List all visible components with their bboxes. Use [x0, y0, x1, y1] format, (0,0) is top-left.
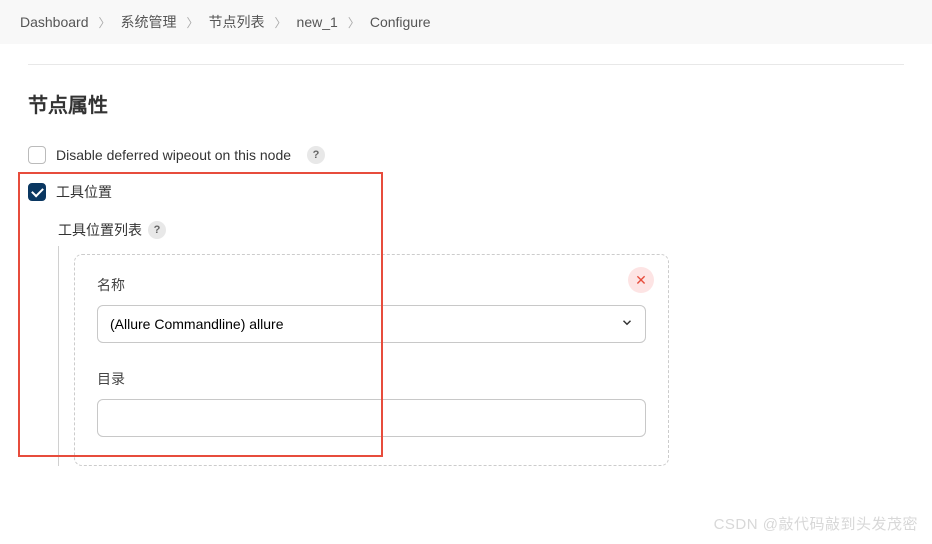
breadcrumb-item-nodes[interactable]: 节点列表 [209, 12, 265, 32]
name-select[interactable] [97, 305, 646, 343]
chevron-right-icon: 〉 [187, 14, 199, 31]
breadcrumb-item-node-name[interactable]: new_1 [297, 14, 338, 30]
disable-wipeout-row: Disable deferred wipeout on this node ? [28, 146, 904, 164]
close-icon: ✕ [635, 272, 647, 289]
disable-wipeout-checkbox[interactable] [28, 146, 46, 164]
tool-location-item-panel: ✕ 名称 目录 [74, 254, 669, 466]
tool-location-row: 工具位置 [28, 182, 904, 202]
breadcrumb-item-dashboard[interactable]: Dashboard [20, 14, 89, 30]
section-title: 节点属性 [28, 89, 904, 118]
chevron-right-icon: 〉 [275, 14, 287, 31]
tool-list-label-row: 工具位置列表 ? [58, 220, 904, 240]
name-field-label: 名称 [97, 275, 646, 295]
dir-field-label: 目录 [97, 369, 646, 389]
divider [28, 64, 904, 65]
tool-location-checkbox[interactable] [28, 183, 46, 201]
breadcrumb-item-system[interactable]: 系统管理 [121, 12, 177, 32]
chevron-right-icon: 〉 [99, 14, 111, 31]
tree-line [58, 246, 59, 466]
dir-input[interactable] [97, 399, 646, 437]
tool-location-label: 工具位置 [56, 182, 112, 202]
help-icon[interactable]: ? [307, 146, 325, 164]
remove-item-button[interactable]: ✕ [628, 267, 654, 293]
chevron-right-icon: 〉 [348, 14, 360, 31]
disable-wipeout-label: Disable deferred wipeout on this node [56, 147, 291, 163]
breadcrumb: Dashboard 〉 系统管理 〉 节点列表 〉 new_1 〉 Config… [0, 0, 932, 44]
help-icon[interactable]: ? [148, 221, 166, 239]
watermark: CSDN @敲代码敲到头发茂密 [714, 513, 918, 534]
tool-list-label: 工具位置列表 [58, 220, 142, 240]
breadcrumb-item-configure[interactable]: Configure [370, 14, 431, 30]
